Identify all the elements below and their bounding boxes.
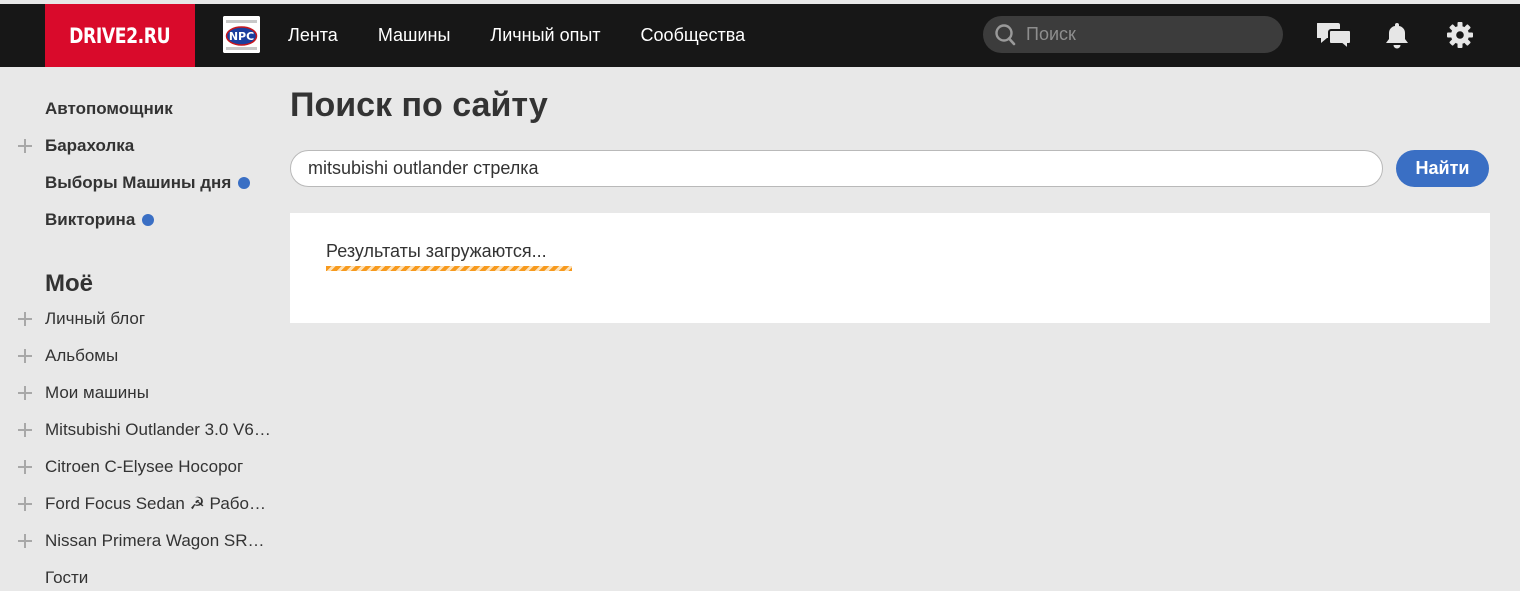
logo-text: DRIVE2.RU — [69, 23, 171, 48]
results-panel: Результаты загружаются... — [290, 213, 1490, 323]
sidebar-item-label: Выборы Машины дня — [45, 173, 232, 192]
notification-dot — [142, 214, 155, 226]
sidebar-item-label: Барахолка — [45, 136, 135, 155]
top-navbar: DRIVE2.RU NPC Лента Машины Личный опыт С… — [0, 4, 1520, 67]
section-title-my: Моё — [45, 270, 93, 297]
main-nav: Лента Машины Личный опыт Сообщества — [288, 4, 785, 67]
plus-icon[interactable] — [18, 460, 32, 474]
plus-icon[interactable] — [18, 312, 32, 326]
sidebar-item-guests[interactable]: Гости — [45, 568, 88, 588]
sidebar-item-blog[interactable]: Личный блог — [18, 309, 146, 329]
plus-icon[interactable] — [18, 386, 32, 400]
sidebar-item-car-citroen[interactable]: Citroen C-Elysee Носорог — [18, 457, 244, 477]
club-badge-icon[interactable]: NPC — [223, 16, 260, 53]
sidebar-item-car-nissan[interactable]: Nissan Primera Wagon SR… — [18, 531, 265, 551]
site-logo[interactable]: DRIVE2.RU — [45, 4, 195, 67]
nav-cars[interactable]: Машины — [378, 25, 451, 46]
sidebar-item-label: Citroen C-Elysee Носорог — [45, 457, 244, 476]
header-search-input[interactable] — [1026, 16, 1271, 53]
sidebar-item-autohelper[interactable]: Автопомощник — [45, 99, 173, 119]
notification-dot — [238, 177, 251, 189]
gear-icon[interactable] — [1446, 21, 1474, 54]
sidebar-item-label: Автопомощник — [45, 99, 173, 118]
loading-text: Результаты загружаются... — [326, 241, 547, 261]
plus-icon[interactable] — [18, 139, 32, 153]
plus-icon[interactable] — [18, 423, 32, 437]
sidebar-item-label: Альбомы — [45, 346, 119, 365]
bell-icon[interactable] — [1385, 21, 1409, 54]
sidebar-item-label: Личный блог — [45, 309, 146, 328]
loading-progress-bar — [326, 266, 572, 271]
plus-icon[interactable] — [18, 534, 32, 548]
plus-icon[interactable] — [18, 349, 32, 363]
sidebar-item-car-of-day[interactable]: Выборы Машины дня — [45, 173, 251, 193]
sidebar-item-albums[interactable]: Альбомы — [18, 346, 119, 366]
header-search — [983, 16, 1283, 53]
search-icon[interactable] — [994, 23, 1018, 52]
sidebar-item-label: Ford Focus Sedan ☭ Рабо… — [45, 494, 266, 513]
sidebar-item-label: Гости — [45, 568, 89, 587]
club-badge-text: NPC — [229, 30, 254, 43]
sidebar-item-marketplace[interactable]: Барахолка — [18, 136, 135, 156]
sidebar-item-label: Викторина — [45, 210, 136, 229]
find-button[interactable]: Найти — [1396, 150, 1489, 187]
sidebar-item-car-ford[interactable]: Ford Focus Sedan ☭ Рабо… — [18, 494, 266, 514]
sidebar-item-label: Mitsubishi Outlander 3.0 V6… — [45, 420, 271, 439]
nav-experience[interactable]: Личный опыт — [490, 25, 600, 46]
sidebar-item-my-cars[interactable]: Мои машины — [18, 383, 149, 403]
nav-feed[interactable]: Лента — [288, 25, 338, 46]
nav-communities[interactable]: Сообщества — [641, 25, 746, 46]
chat-icon[interactable] — [1316, 21, 1352, 54]
plus-icon[interactable] — [18, 497, 32, 511]
site-search-input[interactable] — [290, 150, 1383, 187]
sidebar-item-car-outlander[interactable]: Mitsubishi Outlander 3.0 V6… — [18, 420, 271, 440]
sidebar-item-label: Мои машины — [45, 383, 149, 402]
sidebar-item-quiz[interactable]: Викторина — [45, 210, 155, 230]
page-title: Поиск по сайту — [290, 86, 548, 124]
sidebar-item-label: Nissan Primera Wagon SR… — [45, 531, 265, 550]
